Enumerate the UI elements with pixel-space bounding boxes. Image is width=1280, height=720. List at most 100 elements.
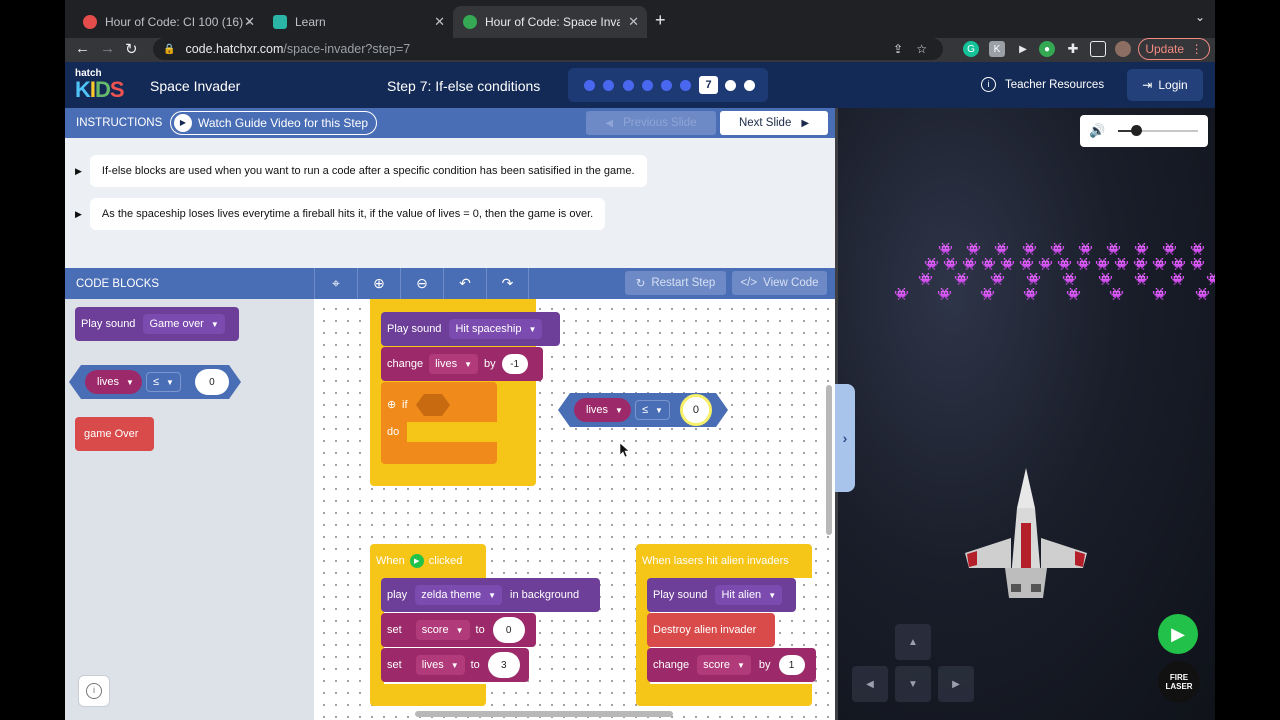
variable-dropdown[interactable]: lives ▼ (574, 398, 631, 422)
variable-dropdown[interactable]: score ▼ (415, 620, 470, 640)
operator-dropdown[interactable]: ≤ ▼ (634, 400, 670, 420)
number-input[interactable]: -1 (501, 354, 528, 374)
set-score-block[interactable]: set score ▼ to 0 (381, 613, 536, 647)
tab-learn[interactable]: Learn ✕ (263, 6, 453, 38)
extension-green-icon[interactable]: ● (1039, 41, 1055, 57)
close-icon[interactable]: ✕ (628, 14, 639, 30)
chevron-down-icon[interactable]: ⌄ (1195, 10, 1205, 24)
workspace-vertical-scrollbar[interactable] (826, 385, 832, 535)
number-input[interactable]: 0 (194, 369, 229, 395)
address-bar[interactable]: 🔒 code.hatchxr.com/space-invader?step=7 … (153, 38, 943, 60)
teacher-resources-link[interactable]: i Teacher Resources (981, 77, 1104, 92)
step-dot-5[interactable] (661, 80, 672, 91)
when-clicked-event-block[interactable]: When ▶ clicked (370, 544, 486, 578)
sound-dropdown[interactable]: Game over ▼ (143, 314, 225, 334)
fire-laser-button[interactable]: FIRE LASER (1158, 661, 1200, 703)
dropdown-value: score (421, 624, 449, 636)
add-else-icon[interactable]: ⊕ (387, 398, 396, 411)
move-down-button[interactable]: ▼ (895, 666, 931, 702)
operator-dropdown[interactable]: ≤ ▼ (145, 372, 181, 392)
move-up-button[interactable]: ▲ (895, 624, 931, 660)
step-dot-9[interactable] (744, 80, 755, 91)
step-dot-4[interactable] (642, 80, 653, 91)
play-sound-hit-spaceship-block[interactable]: Play sound Hit spaceship ▼ (381, 312, 560, 346)
step-current[interactable]: 7 (699, 76, 718, 94)
share-icon[interactable]: ⇪ (893, 42, 903, 56)
close-icon[interactable]: ✕ (434, 14, 445, 30)
alien-invader: 👾 (1206, 272, 1215, 286)
step-dot-3[interactable] (623, 80, 634, 91)
profile-avatar[interactable] (1115, 41, 1131, 57)
move-left-button[interactable]: ◀ (852, 666, 888, 702)
step-dot-2[interactable] (603, 80, 614, 91)
view-code-button[interactable]: </> View Code (732, 271, 827, 295)
variable-dropdown[interactable]: lives ▼ (429, 354, 479, 374)
watch-guide-button[interactable]: ▶ Watch Guide Video for this Step (170, 111, 377, 135)
zoom-out-icon[interactable]: ⊖ (400, 268, 443, 299)
laser-hit-event-block[interactable]: When lasers hit alien invaders (636, 544, 812, 578)
sound-dropdown[interactable]: Hit spaceship ▼ (449, 319, 543, 339)
tab-space-invader[interactable]: Hour of Code: Space Invad ✕ (453, 6, 647, 38)
zoom-in-icon[interactable]: ⊕ (357, 268, 400, 299)
toolbox-play-sound-block[interactable]: Play sound Game over ▼ (75, 307, 239, 341)
volume-control[interactable]: 🔊 (1080, 115, 1208, 147)
instruction-item[interactable]: ▶ If-else blocks are used when you want … (75, 155, 647, 187)
login-label: Login (1158, 78, 1188, 92)
next-slide-label: Next Slide (738, 117, 792, 129)
sound-dropdown[interactable]: zelda theme ▼ (415, 585, 503, 605)
alien-invader: 👾 (1078, 242, 1093, 256)
empty-condition-slot[interactable] (416, 394, 450, 416)
number-input[interactable]: 0 (679, 394, 712, 426)
help-button[interactable]: i (78, 675, 110, 707)
expand-icon[interactable]: ▶ (75, 166, 82, 177)
grammarly-icon[interactable]: G (963, 41, 979, 57)
restart-step-button[interactable]: ↻ Restart Step (625, 271, 726, 295)
workspace-horizontal-scrollbar[interactable] (415, 711, 673, 717)
extensions-icon[interactable]: ✚ (1065, 41, 1081, 57)
play-game-button[interactable]: ▶ (1158, 614, 1198, 654)
expand-icon[interactable]: ▶ (75, 209, 82, 220)
step-dot-1[interactable] (584, 80, 595, 91)
volume-slider-knob[interactable] (1130, 125, 1142, 136)
close-icon[interactable]: ✕ (244, 14, 255, 30)
step-dot-6[interactable] (680, 80, 691, 91)
speaker-icon[interactable]: 🔊 (1089, 123, 1105, 139)
new-tab-icon[interactable]: + (655, 10, 666, 31)
toolbox-game-over-block[interactable]: game Over (75, 417, 154, 451)
play-sound-hit-alien-block[interactable]: Play sound Hit alien ▼ (647, 578, 796, 612)
instruction-item[interactable]: ▶ As the spaceship loses lives everytime… (75, 198, 606, 230)
recenter-icon[interactable]: ⌖ (314, 268, 357, 299)
number-input[interactable]: 1 (778, 655, 805, 675)
change-score-block[interactable]: change score ▼ by 1 (647, 648, 816, 682)
back-icon[interactable]: ← (75, 40, 90, 57)
number-input[interactable]: 3 (487, 652, 520, 678)
star-icon[interactable]: ☆ (916, 42, 927, 56)
extension-k-icon[interactable]: K (989, 41, 1005, 57)
play-theme-block[interactable]: play zelda theme ▼ in background (381, 578, 600, 612)
collapse-panel-button[interactable]: › (835, 384, 855, 492)
extension-play-icon[interactable]: ▶ (1015, 41, 1031, 57)
toolbox-compare-block[interactable]: lives ▼ ≤ ▼ 0 (85, 369, 229, 395)
change-lives-block[interactable]: change lives ▼ by -1 (381, 347, 543, 381)
variable-dropdown[interactable]: lives ▼ (85, 370, 142, 394)
forward-icon[interactable]: → (100, 40, 115, 57)
previous-slide-button[interactable]: ◀ Previous Slide (586, 111, 716, 135)
variable-dropdown[interactable]: lives ▼ (415, 655, 465, 675)
sidepanel-icon[interactable] (1090, 41, 1106, 57)
floating-compare-block[interactable]: lives ▼ ≤ ▼ 0 (574, 394, 712, 426)
destroy-alien-block[interactable]: Destroy alien invader (647, 613, 775, 647)
move-right-button[interactable]: ▶ (938, 666, 974, 702)
undo-icon[interactable]: ↶ (443, 268, 486, 299)
workspace[interactable]: Play sound Hit spaceship ▼ change lives ▼ … (314, 299, 835, 720)
sound-dropdown[interactable]: Hit alien ▼ (715, 585, 783, 605)
login-button[interactable]: ⇥ Login (1127, 69, 1203, 101)
set-lives-block[interactable]: set lives ▼ to 3 (381, 648, 529, 682)
update-button[interactable]: Update ⋮ (1138, 38, 1210, 60)
reload-icon[interactable]: ↻ (125, 40, 138, 58)
step-dot-8[interactable] (725, 80, 736, 91)
variable-dropdown[interactable]: score ▼ (697, 655, 751, 675)
redo-icon[interactable]: ↷ (486, 268, 529, 299)
number-input[interactable]: 0 (492, 617, 525, 643)
tab-hour-of-code-ci100[interactable]: Hour of Code: CI 100 (16) - Ed ✕ (73, 6, 263, 38)
next-slide-button[interactable]: Next Slide ▶ (720, 111, 828, 135)
